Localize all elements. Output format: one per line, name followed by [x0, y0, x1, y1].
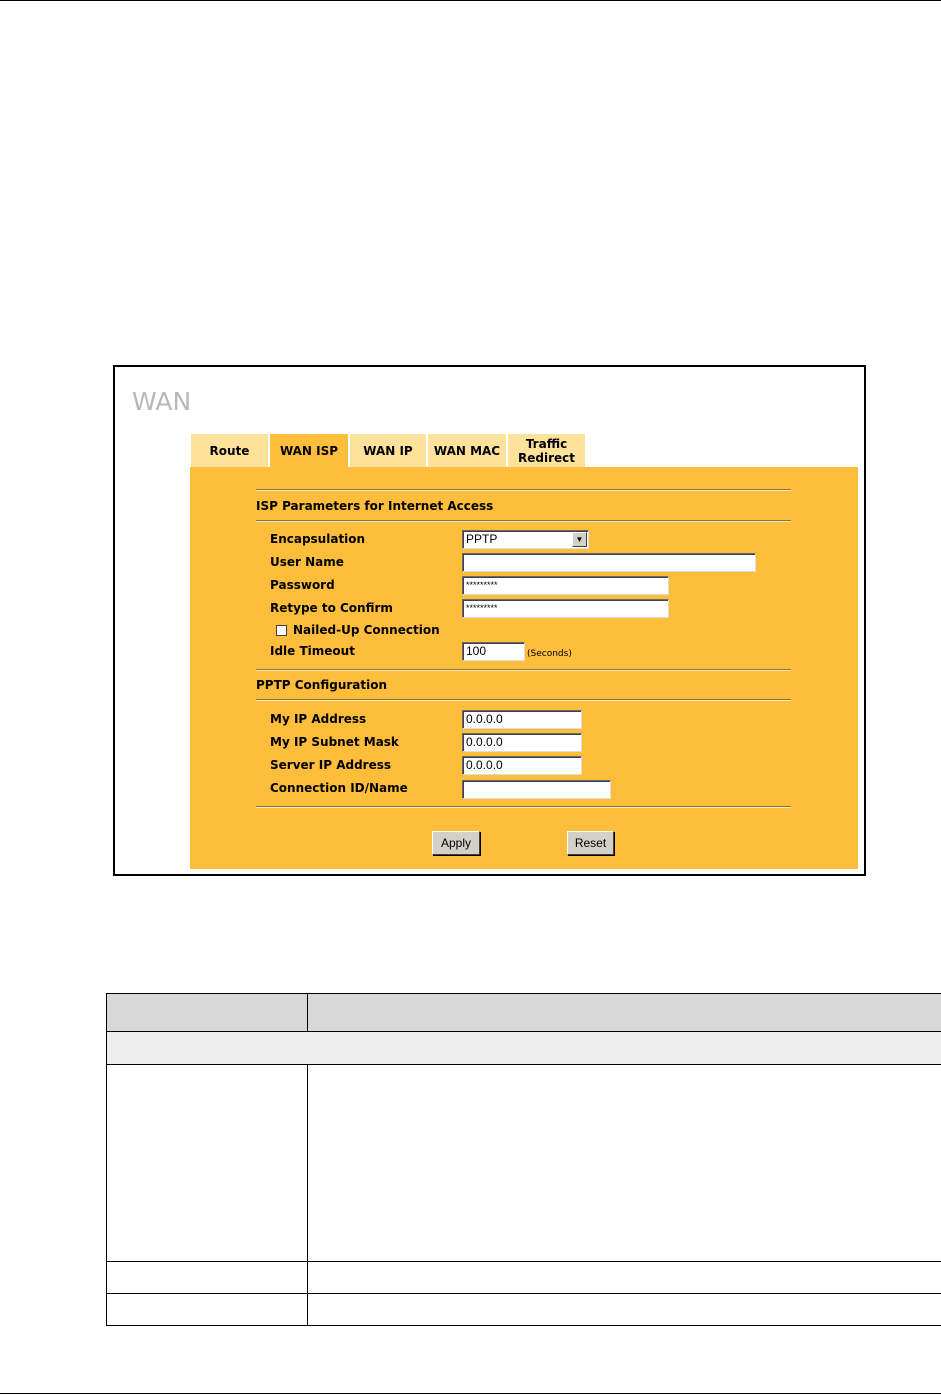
server-ip-label: Server IP Address	[270, 758, 392, 772]
page-title: WAN	[132, 387, 192, 416]
idle-timeout-label: Idle Timeout	[270, 644, 355, 658]
subnet-mask-label: My IP Subnet Mask	[270, 735, 399, 749]
reset-button[interactable]: Reset	[567, 831, 614, 855]
nailed-up-label: Nailed-Up Connection	[293, 623, 440, 637]
table-cell	[307, 1293, 941, 1326]
table-row	[106, 1064, 941, 1262]
divider	[256, 699, 791, 701]
tab-route[interactable]: Route	[190, 433, 269, 468]
divider	[256, 806, 791, 808]
field-description-table	[106, 993, 941, 1326]
table-row	[106, 1261, 941, 1294]
table-header-cell	[106, 993, 308, 1032]
divider	[256, 489, 791, 491]
tab-wan-mac[interactable]: WAN MAC	[427, 433, 507, 468]
nailed-up-checkbox[interactable]	[276, 625, 287, 636]
idle-timeout-input[interactable]: 100	[462, 642, 525, 661]
password-input[interactable]: *********	[462, 576, 669, 595]
table-cell	[106, 1031, 941, 1065]
apply-button[interactable]: Apply	[432, 831, 480, 855]
user-name-label: User Name	[270, 555, 344, 569]
wan-isp-panel: ISP Parameters for Internet Access Encap…	[190, 467, 858, 869]
divider	[256, 669, 791, 671]
subnet-mask-input[interactable]: 0.0.0.0	[462, 733, 582, 752]
page-top-rule	[0, 0, 941, 1]
divider	[256, 520, 791, 522]
isp-section-title: ISP Parameters for Internet Access	[256, 499, 494, 513]
page-bottom-rule	[0, 1393, 941, 1394]
idle-timeout-unit: (Seconds)	[527, 649, 572, 659]
table-header-row	[106, 993, 941, 1032]
server-ip-input[interactable]: 0.0.0.0	[462, 756, 582, 775]
retype-label: Retype to Confirm	[270, 601, 393, 615]
connection-id-input[interactable]	[462, 780, 611, 799]
table-cell	[307, 1064, 941, 1262]
wan-screenshot-frame: WAN Route WAN ISP WAN IP WAN MAC Traffic…	[113, 365, 866, 876]
user-name-input[interactable]	[462, 553, 756, 572]
retype-password-input[interactable]: *********	[462, 599, 669, 618]
table-cell	[307, 1261, 941, 1294]
table-cell	[106, 1261, 308, 1294]
table-row	[106, 1293, 941, 1326]
table-cell	[106, 1293, 308, 1326]
table-header-cell	[307, 993, 941, 1032]
tab-wan-ip[interactable]: WAN IP	[349, 433, 427, 468]
my-ip-label: My IP Address	[270, 712, 367, 726]
encapsulation-value: PPTP	[466, 532, 498, 546]
my-ip-input[interactable]: 0.0.0.0	[462, 710, 582, 729]
table-subheader-row	[106, 1031, 941, 1065]
encapsulation-select[interactable]: PPTP ▼	[462, 530, 589, 549]
tab-wan-isp[interactable]: WAN ISP	[269, 433, 349, 468]
table-cell	[106, 1064, 308, 1262]
password-label: Password	[270, 578, 335, 592]
tab-traffic-redirect[interactable]: Traffic Redirect	[507, 433, 586, 468]
pptp-section-title: PPTP Configuration	[256, 678, 388, 692]
connection-id-label: Connection ID/Name	[270, 781, 408, 795]
chevron-down-icon[interactable]: ▼	[572, 532, 587, 547]
encapsulation-label: Encapsulation	[270, 532, 366, 546]
